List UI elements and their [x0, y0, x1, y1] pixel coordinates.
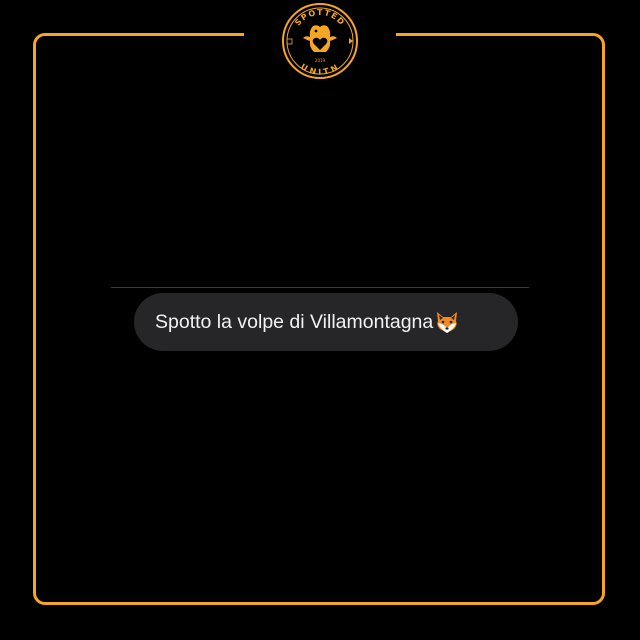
divider-line [111, 287, 529, 288]
spotted-unitn-logo: SPOTTED UNITN 2019 [282, 3, 358, 79]
fox-face-icon [437, 312, 458, 333]
story-canvas: SPOTTED UNITN 2019 Spotto la volpe di Vi… [0, 0, 640, 640]
message-text: Spotto la volpe di Villamontagna [155, 310, 434, 333]
message-bubble: Spotto la volpe di Villamontagna [134, 293, 518, 351]
logo-inner-text: 2019 [315, 58, 326, 63]
